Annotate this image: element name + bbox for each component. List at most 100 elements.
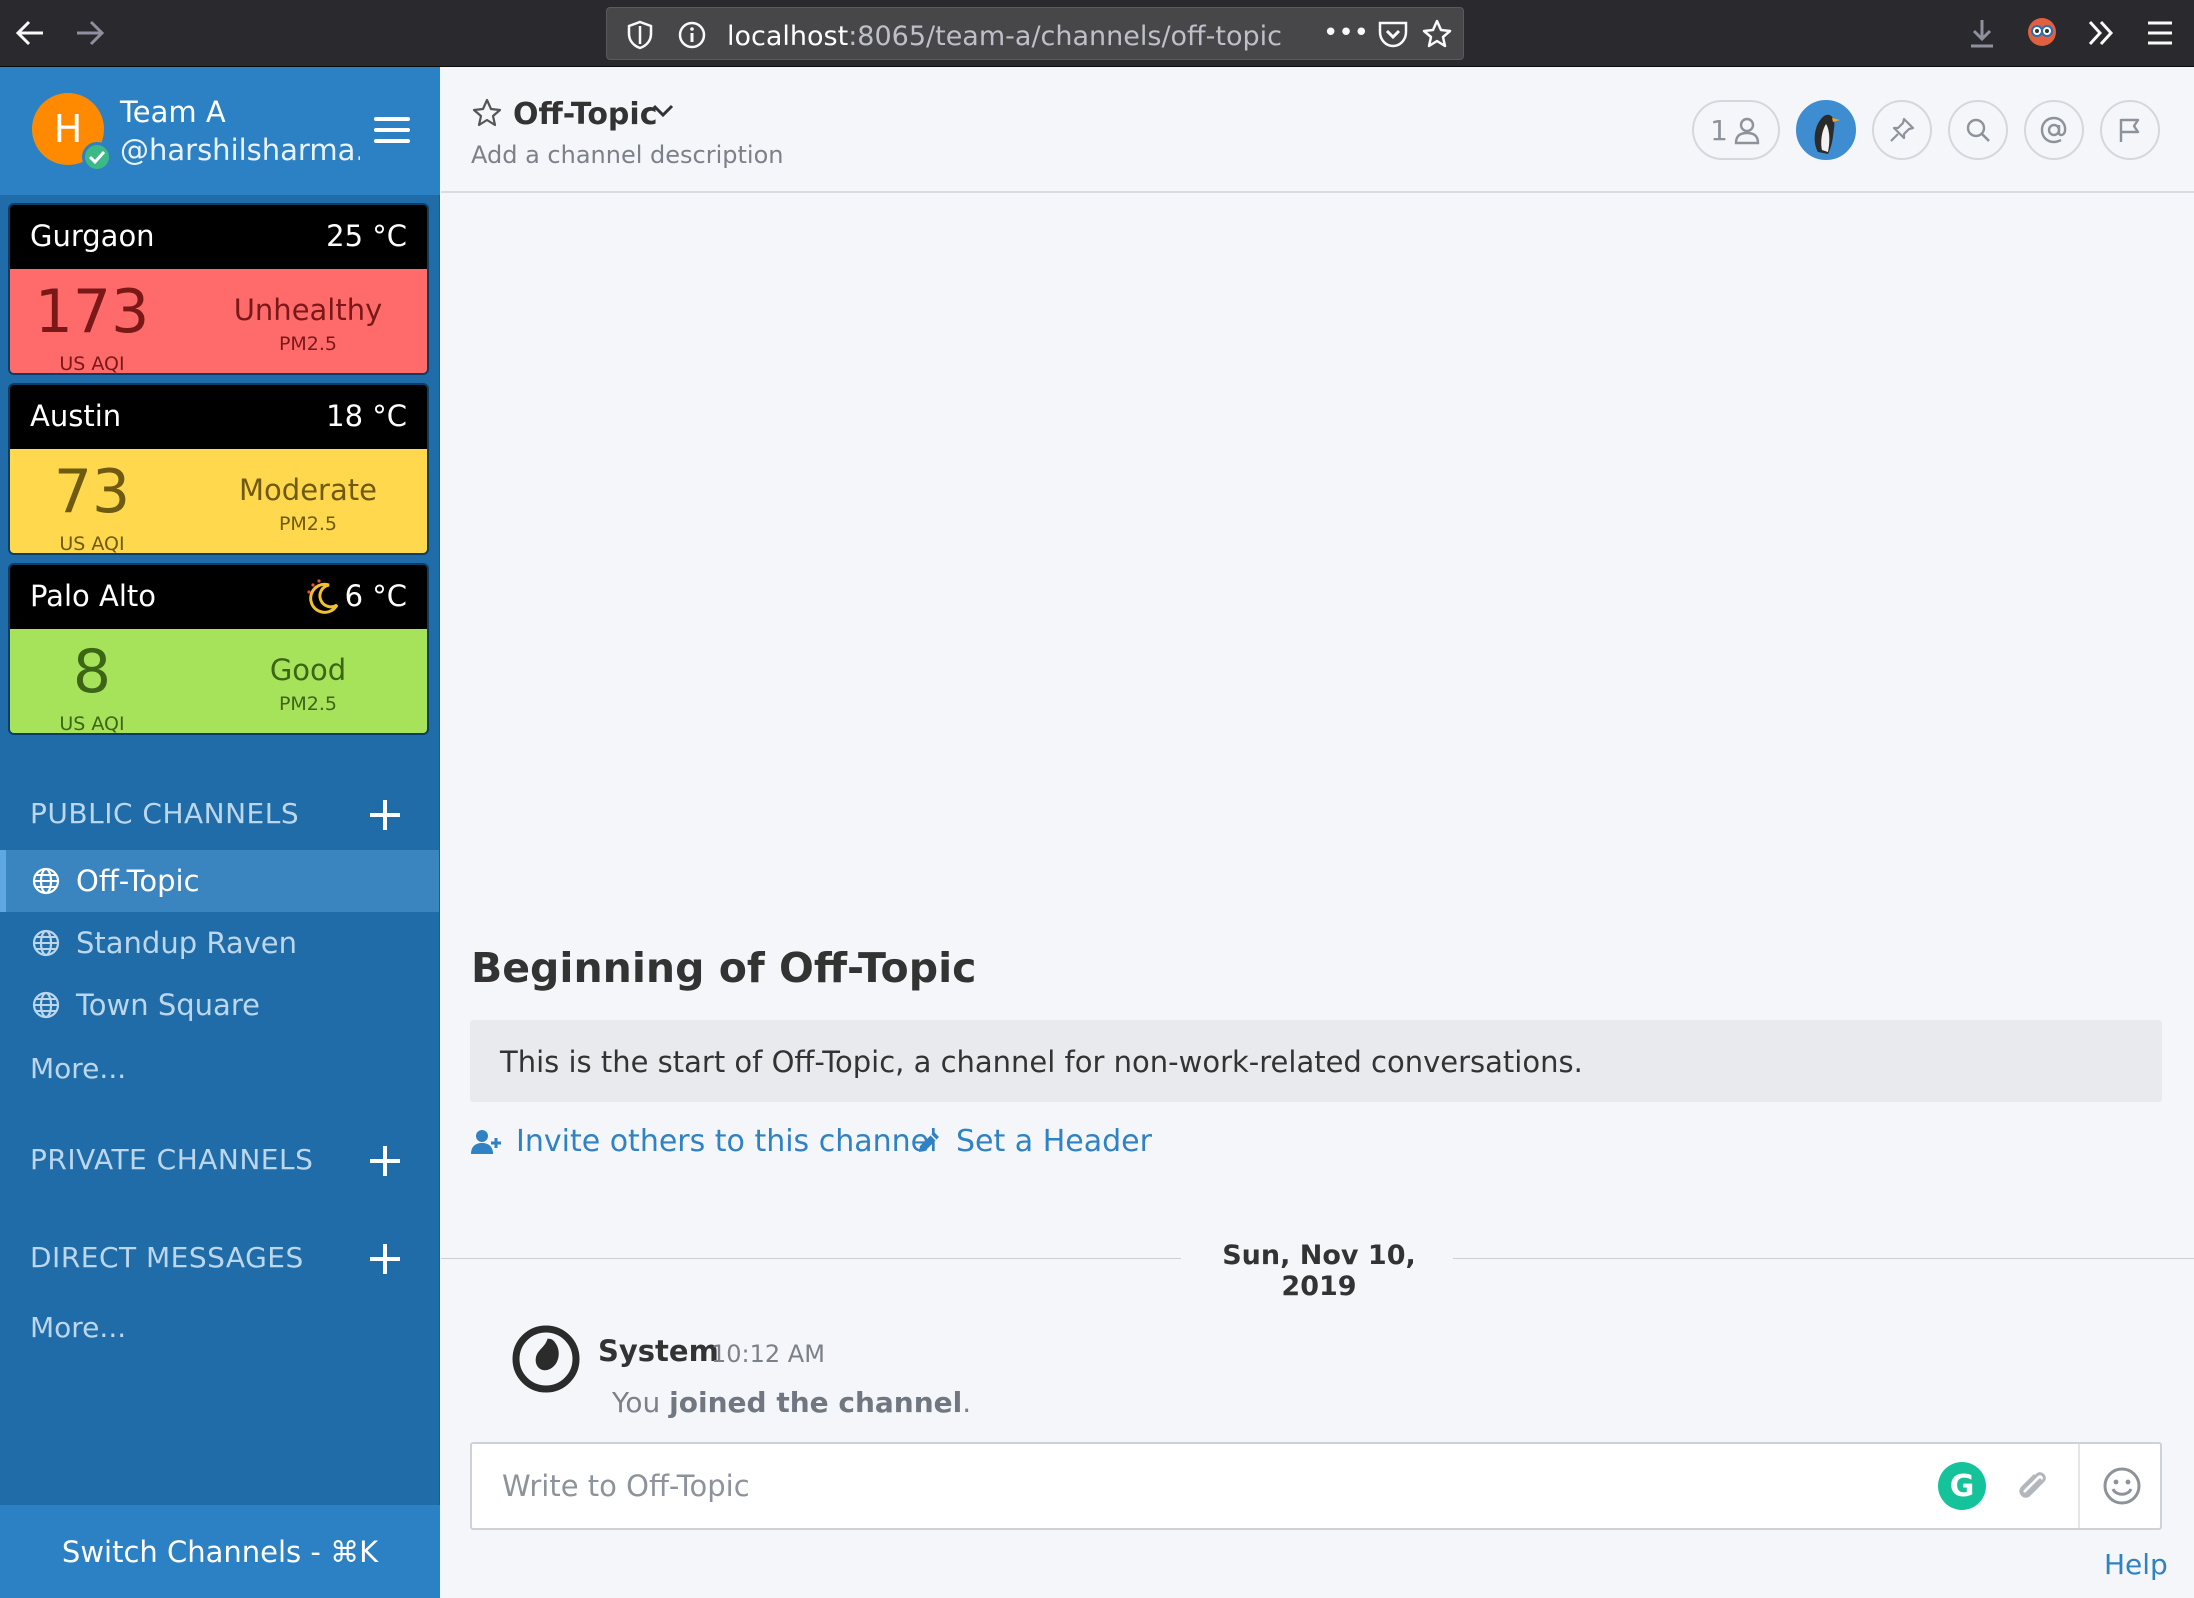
aqi-value: 73 xyxy=(53,457,131,527)
aqi-temperature: 25 °C xyxy=(326,219,407,253)
page-actions-icon[interactable]: ••• xyxy=(1323,18,1369,48)
url-bar[interactable]: localhost:8065/team-a/channels/off-topic… xyxy=(606,7,1464,60)
message-input[interactable] xyxy=(472,1444,2002,1528)
aqi-level: Moderate xyxy=(239,473,377,507)
pinned-posts-button[interactable] xyxy=(1872,100,1932,160)
pocket-icon[interactable] xyxy=(1377,19,1409,49)
grammarly-icon[interactable]: G xyxy=(1938,1462,1986,1510)
favorite-star-icon[interactable] xyxy=(471,97,503,133)
private-channels-heading[interactable]: PRIVATE CHANNELS xyxy=(30,1143,313,1176)
back-button[interactable] xyxy=(10,13,50,53)
aqi-card-header: Austin 18 °C xyxy=(10,385,427,449)
aqi-city: Gurgaon xyxy=(30,219,155,253)
team-header[interactable]: H Team A @harshilsharma... xyxy=(0,67,440,195)
invite-others-link[interactable]: Invite others to this channel xyxy=(470,1124,937,1159)
back-arrow-icon xyxy=(15,20,43,46)
post-message-bold: joined the channel xyxy=(669,1386,963,1419)
aqi-unit: US AQI xyxy=(59,713,125,735)
globe-icon xyxy=(32,991,60,1019)
direct-messages-heading[interactable]: DIRECT MESSAGES xyxy=(30,1241,304,1274)
channel-intro-title: Beginning of Off-Topic xyxy=(471,944,977,992)
more-direct-messages-link[interactable]: More... xyxy=(30,1311,126,1344)
search-button[interactable] xyxy=(1948,100,2008,160)
aqi-city: Palo Alto xyxy=(30,579,156,613)
post-timestamp[interactable]: 10:12 AM xyxy=(711,1340,825,1368)
switch-channels-button[interactable]: Switch Channels - ⌘K xyxy=(0,1505,440,1598)
sidebar-item-label: Standup Raven xyxy=(76,926,298,960)
add-direct-message-button[interactable] xyxy=(370,1244,400,1274)
add-public-channel-button[interactable] xyxy=(370,800,400,830)
aqi-city: Austin xyxy=(30,399,122,433)
post-author[interactable]: System xyxy=(598,1334,719,1368)
paperclip-icon[interactable] xyxy=(2012,1466,2052,1510)
username: @harshilsharma... xyxy=(120,133,360,167)
globe-icon xyxy=(32,867,60,895)
aqi-card-body: 173 US AQI Unhealthy PM2.5 xyxy=(10,269,427,375)
set-header-link[interactable]: Set a Header xyxy=(916,1124,1152,1159)
moon-weather-icon xyxy=(303,577,343,621)
aqi-pollutant: PM2.5 xyxy=(278,513,338,535)
add-private-channel-button[interactable] xyxy=(370,1146,400,1176)
date-separator-text: Sun, Nov 10, 2019 xyxy=(1222,1240,1416,1302)
members-button[interactable]: 1 xyxy=(1692,100,1780,160)
post-message-suffix: . xyxy=(962,1386,972,1419)
composer-divider xyxy=(2078,1444,2080,1528)
date-separator-line xyxy=(1453,1258,2194,1259)
aqi-unit: US AQI xyxy=(59,353,125,375)
member-icon xyxy=(1734,117,1760,145)
sidebar-item-standup-raven[interactable]: Standup Raven xyxy=(0,912,439,974)
message-composer: G xyxy=(470,1442,2162,1530)
downloads-icon[interactable] xyxy=(1968,18,1996,50)
system-avatar-icon[interactable] xyxy=(512,1325,580,1397)
sidebar-item-label: Town Square xyxy=(76,988,260,1022)
user-avatar-button[interactable] xyxy=(1796,100,1856,160)
url-text: localhost:8065/team-a/channels/off-topic xyxy=(727,21,1282,52)
aqi-level: Good xyxy=(269,653,347,687)
aqi-card-body: 73 US AQI Moderate PM2.5 xyxy=(10,449,427,555)
penguin-avatar-icon xyxy=(1798,102,1854,158)
aqi-unit: US AQI xyxy=(59,533,125,555)
aqi-card: Gurgaon 25 °C 173 US AQI Unhealthy PM2.5 xyxy=(8,203,429,375)
flagged-posts-button[interactable] xyxy=(2100,100,2160,160)
post-message: You joined the channel. xyxy=(612,1386,971,1419)
tracking-shield-icon[interactable] xyxy=(627,20,653,50)
member-count: 1 xyxy=(1710,113,1728,147)
globe-icon xyxy=(32,929,60,957)
sidebar: H Team A @harshilsharma... Gurgaon 25 °C… xyxy=(0,67,440,1598)
channel-title[interactable]: Off-Topic xyxy=(513,97,657,132)
aqi-value: 173 xyxy=(34,277,150,347)
sidebar-item-town-square[interactable]: Town Square xyxy=(0,974,439,1036)
overflow-chevron-icon[interactable] xyxy=(2086,18,2116,48)
pencil-icon xyxy=(919,1131,939,1152)
extension-icon[interactable] xyxy=(2026,16,2058,48)
emoji-picker-icon[interactable] xyxy=(2100,1464,2144,1512)
main-menu-button[interactable] xyxy=(374,117,410,145)
bookmark-star-icon[interactable] xyxy=(1421,18,1453,50)
aqi-temperature: 18 °C xyxy=(326,399,407,433)
mentions-button[interactable] xyxy=(2024,100,2084,160)
search-icon xyxy=(1966,118,1990,142)
sidebar-item-off-topic[interactable]: Off-Topic xyxy=(0,850,439,912)
aqi-card: Austin 18 °C 73 US AQI Moderate PM2.5 xyxy=(8,383,429,555)
help-link[interactable]: Help xyxy=(2104,1548,2168,1581)
aqi-card-body: 8 US AQI Good PM2.5 xyxy=(10,629,427,735)
team-name: Team A xyxy=(120,95,226,129)
channel-intro-box: This is the start of Off-Topic, a channe… xyxy=(470,1020,2162,1102)
channel-description[interactable]: Add a channel description xyxy=(471,141,783,169)
channel-header: Off-Topic Add a channel description 1 xyxy=(441,67,2194,193)
flag-icon xyxy=(2119,118,2140,142)
at-mention-icon xyxy=(2040,116,2067,144)
channel-intro-text: This is the start of Off-Topic, a channe… xyxy=(500,1045,1583,1079)
online-status-icon xyxy=(82,142,112,172)
invite-link-label: Invite others to this channel xyxy=(516,1124,938,1159)
date-separator: Sun, Nov 10, 2019 xyxy=(441,1238,2194,1302)
aqi-value: 8 xyxy=(72,637,112,707)
chevron-down-icon[interactable] xyxy=(651,103,675,123)
browser-menu-icon[interactable] xyxy=(2146,20,2174,46)
public-channels-heading[interactable]: PUBLIC CHANNELS xyxy=(30,797,299,830)
aqi-pollutant: PM2.5 xyxy=(278,333,338,355)
site-info-icon[interactable] xyxy=(677,20,707,50)
forward-button[interactable] xyxy=(70,13,110,53)
aqi-temperature: 6 °C xyxy=(344,579,407,613)
more-public-channels-link[interactable]: More... xyxy=(30,1052,126,1085)
